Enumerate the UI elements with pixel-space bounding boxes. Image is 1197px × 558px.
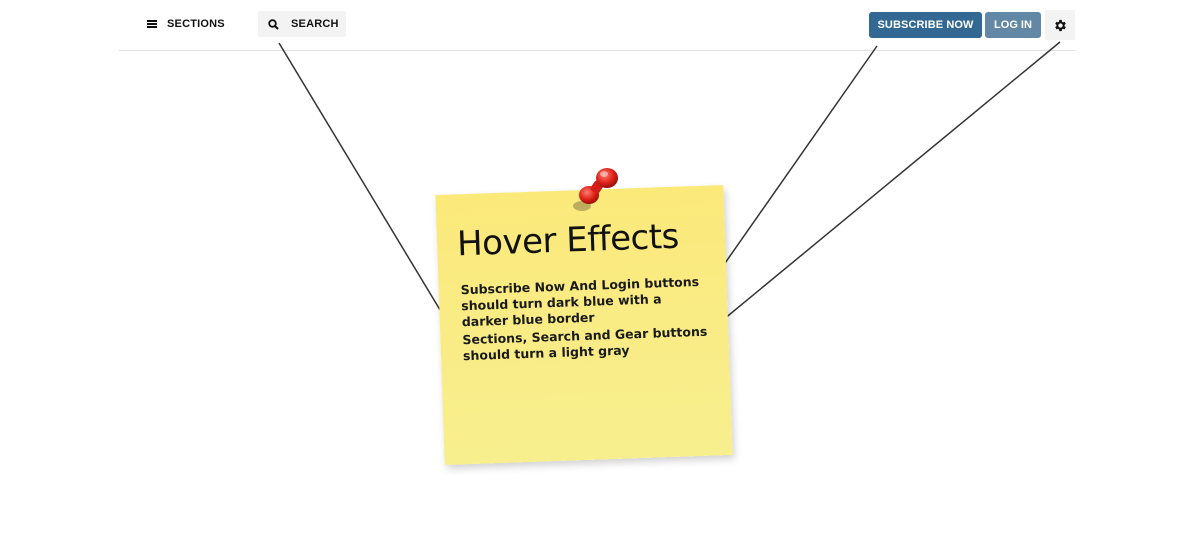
pointer-line-subscribe (708, 45, 878, 287)
pointer-line-gear (711, 41, 1061, 330)
note-text-buttons: Subscribe Now And Login buttons should t… (460, 273, 700, 330)
sticky-note: Hover Effects Subscribe Now And Login bu… (435, 185, 733, 465)
pushpin-icon (573, 168, 618, 211)
note-text-gray: Sections, Search and Gear buttons should… (462, 323, 708, 364)
note-title: Hover Effects (456, 216, 680, 265)
pointer-line-search (278, 42, 461, 344)
